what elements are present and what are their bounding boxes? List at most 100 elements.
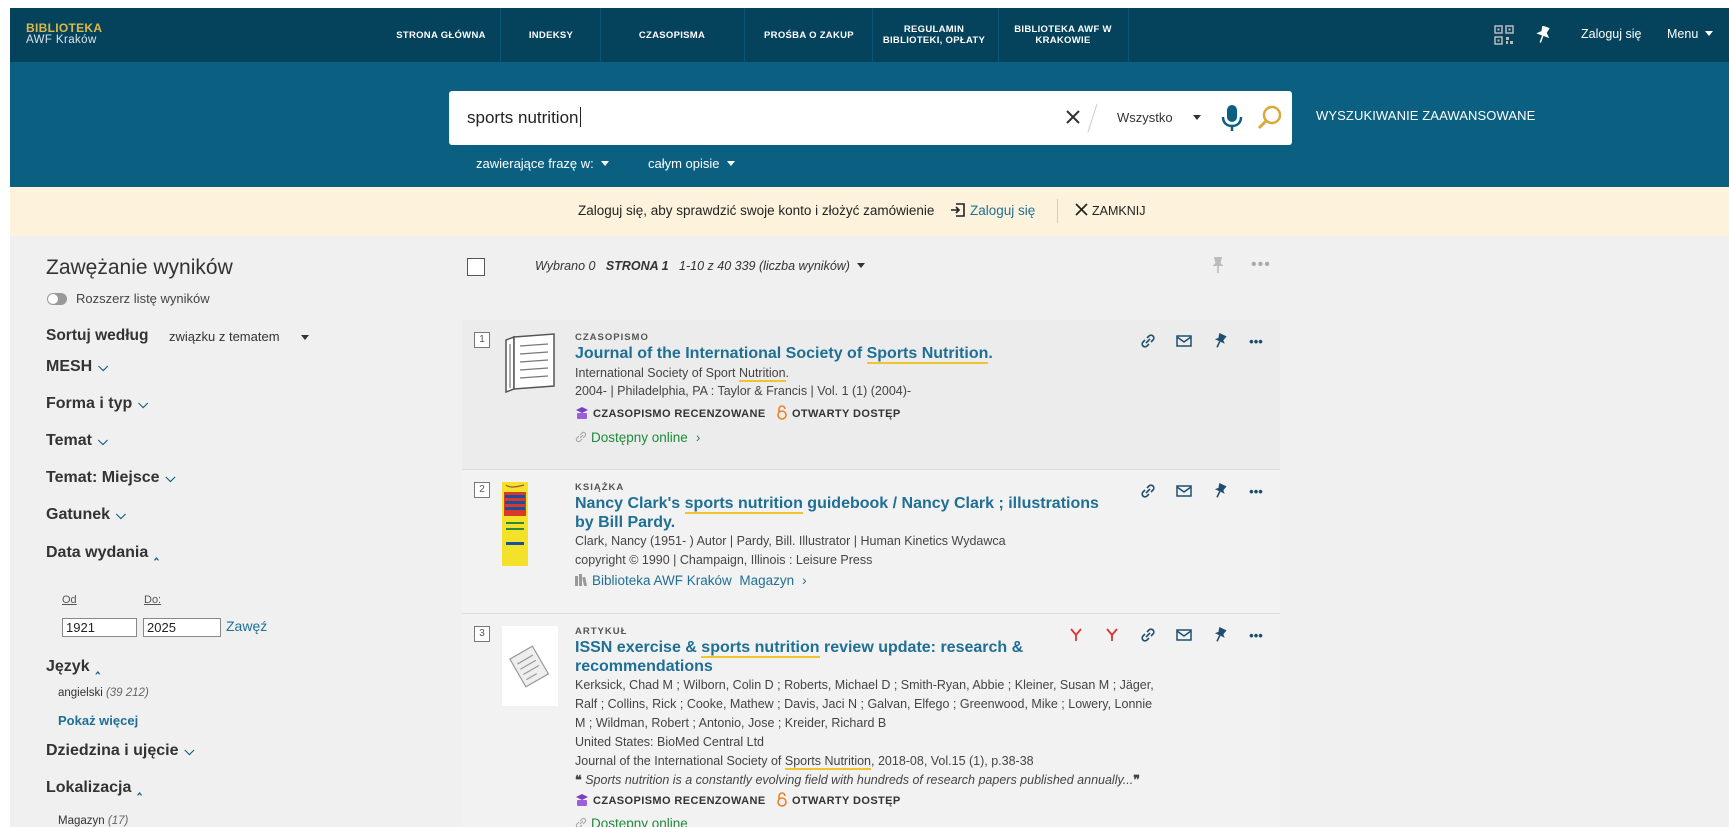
nav-home[interactable]: STRONA GŁÓWNA — [386, 8, 496, 62]
narrow-button[interactable]: Zawęź — [226, 618, 267, 634]
select-all-checkbox[interactable] — [467, 258, 485, 276]
pin-all-icon[interactable] — [1210, 256, 1226, 274]
facet-publication-date[interactable]: Data wydania ‸ — [46, 544, 159, 562]
record-actions: ••• — [1067, 626, 1265, 644]
phrase-filter-label: zawierające frazę w: — [476, 156, 594, 171]
login-link[interactable]: Zaloguj się — [1581, 27, 1641, 41]
caret-down-icon — [856, 263, 865, 268]
qr-code-icon[interactable] — [1493, 24, 1515, 46]
email-icon[interactable] — [1175, 626, 1193, 644]
results-summary[interactable]: Wybrano 0 STRONA 1 1-10 z 40 339 (liczba… — [535, 259, 865, 273]
result-item[interactable]: 3 ARTYKUŁ ISSN exercise & sports nutriti… — [462, 614, 1280, 827]
facet-location[interactable]: Lokalizacja ‸ — [46, 779, 142, 797]
record-badges: CZASOPISMO RECENZOWANE OTWARTY DOSTĘP — [575, 405, 901, 420]
cited-by-icon[interactable] — [1067, 626, 1085, 644]
banner-close-label: ZAMKNIJ — [1092, 204, 1146, 218]
menu-button[interactable]: Menu — [1667, 27, 1714, 41]
facet-genre[interactable]: Gatunek ⌵ — [46, 506, 126, 524]
books-icon — [575, 574, 588, 587]
article-icon — [502, 626, 558, 711]
chevron-down-icon: ⌵ — [165, 470, 176, 485]
search-query: sports nutrition — [467, 108, 579, 127]
microphone-icon[interactable] — [1219, 103, 1245, 133]
permalink-icon[interactable] — [1139, 626, 1157, 644]
source-highlight: Sports Nutrition — [784, 754, 872, 770]
date-to-input[interactable]: 2025 — [143, 618, 221, 637]
pin-icon[interactable] — [1211, 482, 1229, 500]
record-title-link[interactable]: ISSN exercise & sports nutrition review … — [575, 638, 1023, 676]
location-link[interactable]: Biblioteka AWF Kraków Magazyn › — [575, 573, 807, 588]
email-icon[interactable] — [1175, 332, 1193, 350]
caret-down-icon — [726, 161, 735, 166]
author-highlight: Nutrition — [738, 366, 786, 382]
record-title-link[interactable]: Nancy Clark's sports nutrition guidebook… — [575, 494, 1099, 532]
banner-close-button[interactable]: ZAMKNIJ — [1075, 203, 1145, 218]
more-options-icon[interactable]: ••• — [1247, 626, 1265, 644]
facet-label: MESH — [46, 358, 93, 375]
online-access-link[interactable]: Dostępny online › — [575, 430, 700, 445]
field-filter-dropdown[interactable]: całym opisie — [648, 156, 735, 171]
facet-language[interactable]: Język ‸ — [46, 658, 100, 676]
clear-icon[interactable] — [1061, 105, 1085, 129]
pin-icon[interactable] — [1211, 332, 1229, 350]
title-text: Nancy Clark's — [575, 495, 685, 512]
title-highlight: sports nutrition — [684, 495, 803, 514]
facet-form-type[interactable]: Forma i typ ⌵ — [46, 395, 148, 413]
pin-icon[interactable] — [1532, 24, 1554, 46]
result-item[interactable]: 2 KSIĄŻKA Nancy Clark's sports nutrition… — [462, 470, 1280, 614]
advanced-search-link[interactable]: WYSZUKIWANIE ZAAWANSOWANE — [1316, 108, 1535, 123]
app-frame: BIBLIOTEKA AWF Kraków STRONA GŁÓWNA INDE… — [10, 8, 1729, 827]
caret-down-icon — [1705, 31, 1714, 36]
sort-select[interactable]: związku z tematem — [169, 329, 280, 344]
record-authors-3: M ; Wildman, Robert ; Antonio, Jose ; Kr… — [575, 716, 887, 730]
phrase-filter-dropdown[interactable]: zawierające frazę w: — [476, 156, 609, 171]
more-options-icon[interactable]: ••• — [1251, 256, 1271, 274]
divider — [1057, 199, 1058, 223]
facet-discipline[interactable]: Dziedzina i ujęcie ⌵ — [46, 742, 194, 760]
nav-divider — [500, 8, 501, 62]
facet-label: Temat: Miejsce — [46, 469, 160, 486]
facet-value-english[interactable]: angielski (39 212) — [58, 687, 149, 699]
more-options-icon[interactable]: ••• — [1247, 332, 1265, 350]
record-actions: ••• — [1139, 482, 1265, 500]
email-icon[interactable] — [1175, 482, 1193, 500]
nav-about-library[interactable]: BIBLIOTEKA AWF W KRAKOWIE — [1002, 8, 1124, 62]
nav-journals[interactable]: CZASOPISMA — [604, 8, 740, 62]
nav-regulations[interactable]: REGULAMIN BIBLIOTEKI, OPŁATY — [874, 8, 994, 62]
nav-purchase-request[interactable]: PROŚBA O ZAKUP — [750, 8, 868, 62]
text-cursor — [579, 107, 581, 127]
online-access-link[interactable]: Dostępny online — [575, 816, 688, 827]
more-options-icon[interactable]: ••• — [1247, 482, 1265, 500]
date-from-input[interactable]: 1921 — [62, 618, 137, 637]
expand-results-label: Rozszerz listę wyników — [76, 291, 210, 306]
facet-subject[interactable]: Temat ⌵ — [46, 432, 108, 450]
nav-indexes[interactable]: INDEKSY — [506, 8, 596, 62]
search-icon[interactable] — [1256, 104, 1284, 132]
quote-open-icon: ❝ — [575, 773, 582, 787]
date-from-label: Od — [62, 594, 77, 606]
facet-subject-place[interactable]: Temat: Miejsce ⌵ — [46, 469, 175, 487]
show-more-link[interactable]: Pokaż więcej — [58, 713, 138, 728]
result-item[interactable]: 1 CZASOPISMO Journal of the Internationa… — [462, 320, 1280, 470]
banner-login-link[interactable]: Zaloguj się — [950, 202, 1035, 218]
record-title-link[interactable]: Journal of the International Society of … — [575, 344, 993, 364]
chevron-up-icon: ‸ — [95, 659, 100, 674]
chevron-up-icon: ‸ — [154, 545, 159, 560]
library-logo[interactable]: BIBLIOTEKA AWF Kraków — [26, 22, 102, 46]
record-author: International Society of Sport Nutrition… — [575, 364, 789, 383]
search-input[interactable]: sports nutrition — [467, 107, 581, 128]
expand-results-toggle[interactable] — [47, 293, 67, 305]
facet-value-storage[interactable]: Magazyn (17) — [58, 815, 128, 827]
nav-divider — [744, 8, 745, 62]
result-number: 2 — [474, 482, 490, 498]
author-text: . — [785, 366, 790, 380]
citing-icon[interactable] — [1103, 626, 1121, 644]
permalink-icon[interactable] — [1139, 332, 1157, 350]
pin-icon[interactable] — [1211, 626, 1229, 644]
peer-reviewed-icon — [576, 407, 588, 419]
record-type: CZASOPISMO — [575, 332, 649, 343]
search-scope-select[interactable]: Wszystko — [1117, 110, 1173, 125]
facets-sidebar: Zawężanie wyników Rozszerz listę wyników… — [10, 236, 450, 827]
permalink-icon[interactable] — [1139, 482, 1157, 500]
facet-mesh[interactable]: MESH ⌵ — [46, 358, 108, 376]
